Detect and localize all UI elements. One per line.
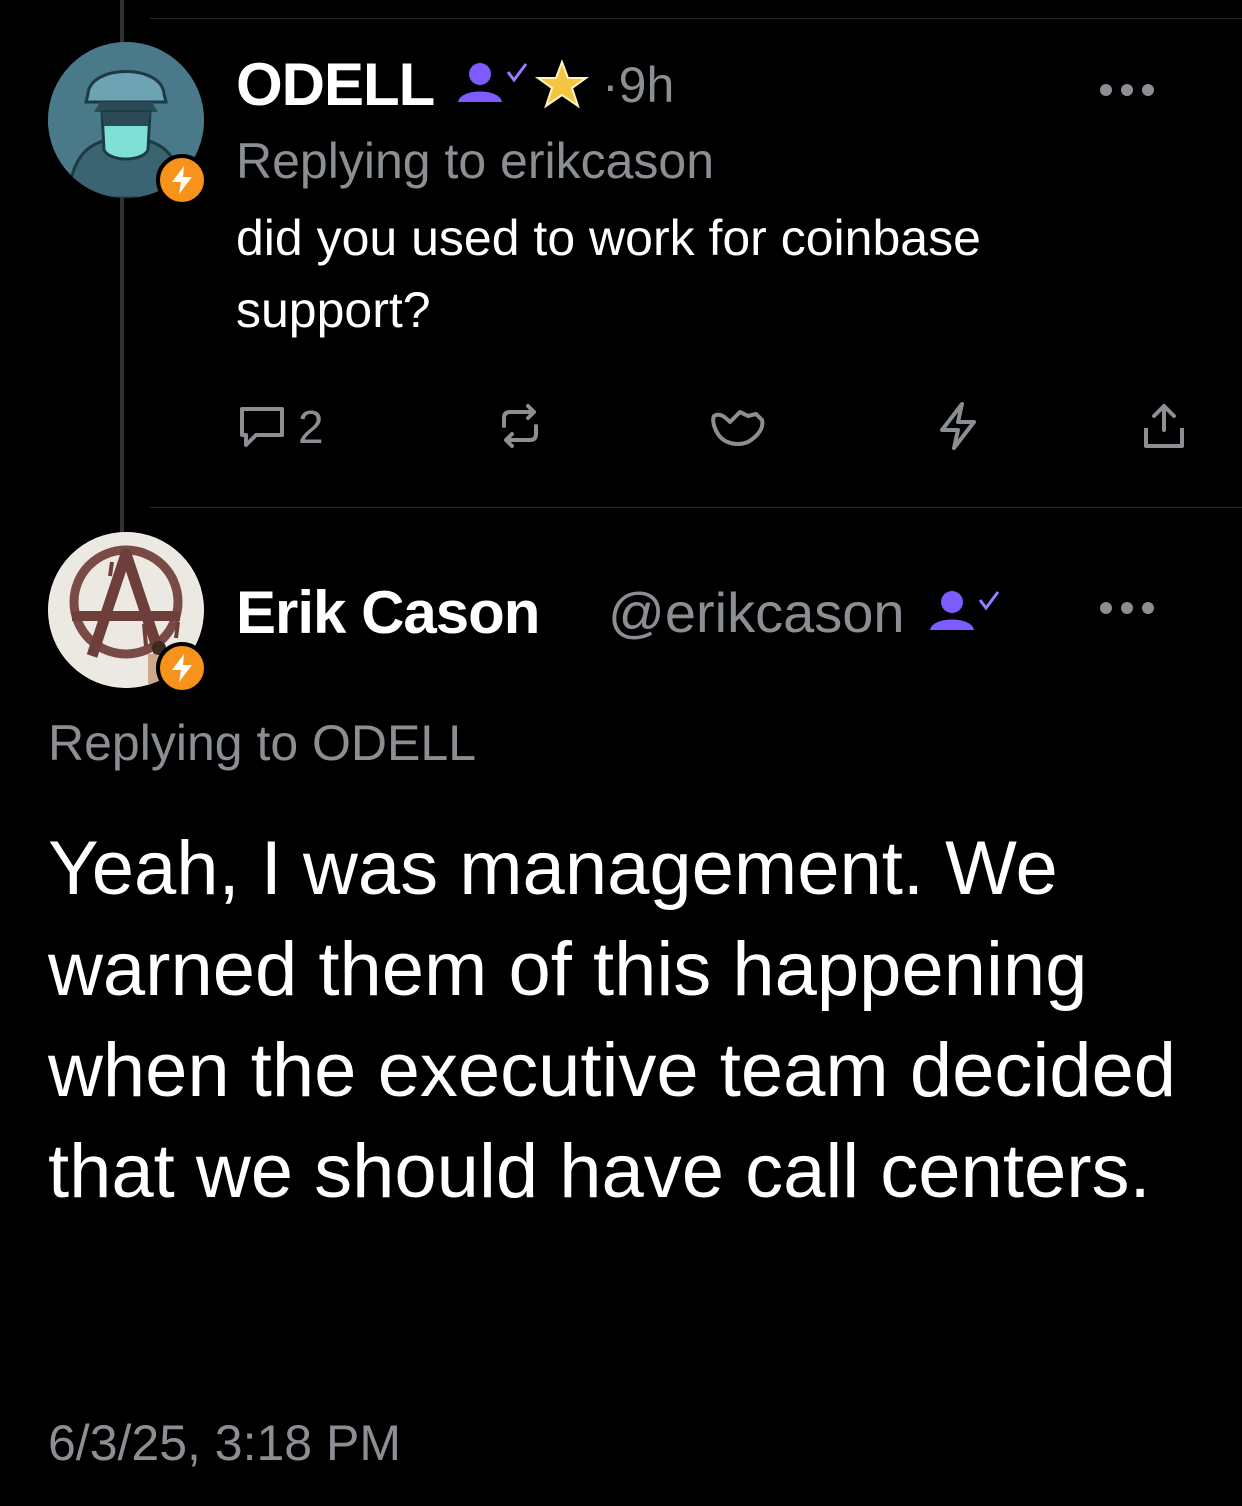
bolt-icon — [172, 654, 192, 682]
thread-view: ODELL ·9h Replying to erikcason did you … — [0, 0, 1242, 1506]
divider — [150, 18, 1242, 19]
bolt-icon — [172, 166, 192, 194]
zap-icon — [940, 402, 976, 450]
author-handle[interactable]: @erikcason — [608, 580, 905, 645]
action-bar: 2 — [236, 400, 1196, 460]
reply-count: 2 — [298, 401, 324, 453]
time-separator: · — [602, 57, 619, 113]
share-icon — [1144, 404, 1184, 448]
repost-icon — [502, 404, 538, 448]
reply-icon — [240, 407, 284, 447]
replying-to[interactable]: Replying to ODELL — [48, 714, 476, 772]
more-icon[interactable] — [1100, 84, 1154, 96]
repost-button[interactable] — [494, 400, 546, 452]
zap-button[interactable] — [932, 400, 984, 452]
post-timestamp: 6/3/25, 3:18 PM — [48, 1415, 402, 1471]
share-button[interactable] — [1138, 400, 1190, 452]
badges — [456, 58, 592, 110]
author-name[interactable]: ODELL — [236, 50, 435, 119]
author-name[interactable]: Erik Cason — [236, 578, 540, 647]
person-check-icon — [458, 63, 528, 102]
reply-button[interactable]: 2 — [236, 400, 324, 454]
like-button[interactable] — [710, 400, 770, 452]
star-icon — [534, 59, 590, 109]
post-content: did you used to work for coinbase suppor… — [236, 210, 981, 338]
post-time: ·9h — [602, 56, 674, 114]
zap-badge — [156, 642, 208, 694]
like-icon — [711, 410, 765, 446]
replying-to[interactable]: Replying to erikcason — [236, 132, 714, 190]
divider — [150, 507, 1242, 508]
person-check-icon — [930, 591, 1000, 630]
more-icon[interactable] — [1100, 602, 1154, 614]
time-ago: 9h — [618, 57, 675, 113]
post-content: Yeah, I was management. We warned them o… — [48, 826, 1177, 1214]
zap-badge — [156, 154, 208, 206]
